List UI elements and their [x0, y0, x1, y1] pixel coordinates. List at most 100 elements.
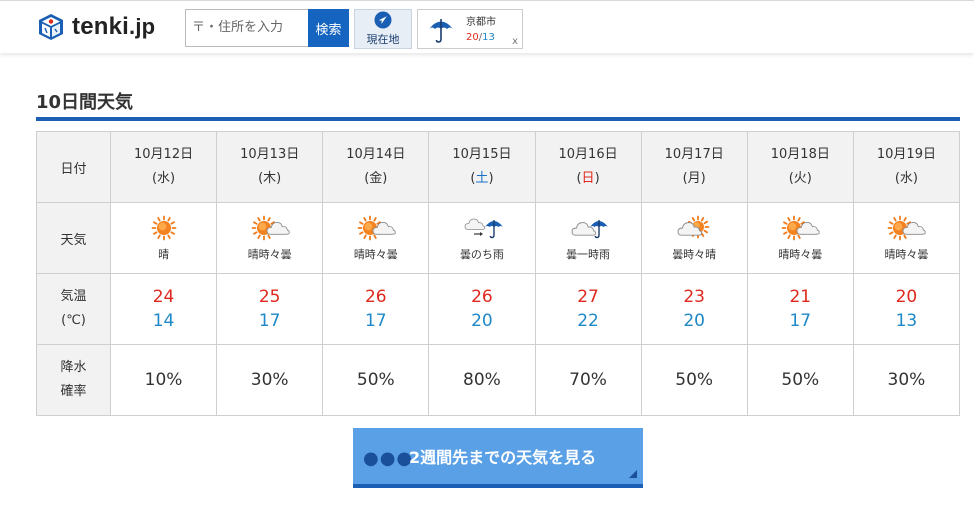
- precipitation-cell: 30%: [216, 344, 324, 416]
- date-row: 日付 10月12日 (水) 10月13日 (木) 10月14日 (金) 10月15日 (土) 1…: [36, 131, 961, 203]
- recent-location-card[interactable]: 京都市 20/13 x: [417, 9, 523, 49]
- section-divider: [36, 117, 960, 121]
- date-cell: 10月12日 (水): [109, 131, 218, 203]
- weather-cell: 晴時々曇: [216, 202, 324, 274]
- date-label: 10月16日: [558, 147, 618, 162]
- high-temp: 24: [152, 287, 175, 307]
- weather-label: 晴時々曇: [884, 248, 929, 261]
- recent-temps: 20/13: [466, 32, 495, 43]
- low-temp: 20: [471, 311, 493, 331]
- weather-cell: 晴時々曇: [746, 202, 854, 274]
- weather-cell: 晴時々曇: [852, 202, 961, 274]
- address-search: 検索: [185, 9, 349, 47]
- weather-row: 天気 晴 晴時々曇 晴時々曇 曇のち雨 曇一時雨 曇時々晴 晴時々曇 晴時々曇: [36, 202, 961, 274]
- section-title: 10日間天気: [36, 92, 134, 113]
- temperature-row: 気温 (℃) 24 14 25 17 26 17 26 20 27 22 23 20 21 17 20 13: [36, 273, 961, 345]
- day-of-week-label: (金): [364, 171, 388, 186]
- date-cell: 10月16日 (日): [534, 131, 642, 203]
- temperature-cell: 21 17: [746, 273, 854, 345]
- date-label: 10月17日: [664, 147, 724, 162]
- ten-day-forecast-table: 日付 10月12日 (水) 10月13日 (木) 10月14日 (金) 10月15日 (土) 1…: [36, 131, 961, 416]
- two-week-forecast-button[interactable]: ●●● 2週間先までの天気を見る: [353, 428, 643, 488]
- precipitation-cell: 70%: [534, 344, 642, 416]
- precipitation-cell: 50%: [746, 344, 854, 416]
- date-label: 10月13日: [240, 147, 300, 162]
- cloud-then-rain-icon: [429, 214, 534, 244]
- sun-cloud-icon: [748, 214, 853, 244]
- date-label: 10月19日: [876, 147, 936, 162]
- umbrella-icon: [429, 19, 453, 43]
- tenki-logo[interactable]: tenki.jp: [36, 11, 155, 43]
- row-label-date: 日付: [36, 131, 111, 203]
- row-label-precipitation: 降水 確率: [36, 344, 111, 416]
- date-cell: 10月14日 (金): [322, 131, 430, 203]
- recent-high-temp: 20: [466, 32, 479, 43]
- date-cell: 10月19日 (水): [852, 131, 961, 203]
- cloud-rain-icon: [536, 214, 641, 244]
- weather-cell: 晴: [109, 202, 218, 274]
- recent-city-name: 京都市: [466, 17, 496, 28]
- row-label-temperature: 気温 (℃): [36, 273, 111, 345]
- precipitation-cell: 30%: [852, 344, 961, 416]
- sun-cloud-icon: [217, 214, 322, 244]
- corner-arrow-icon: [629, 470, 637, 478]
- sun-cloud-icon: [323, 214, 428, 244]
- temperature-cell: 20 13: [852, 273, 961, 345]
- weather-label: 曇時々晴: [672, 248, 717, 261]
- weather-label: 晴時々曇: [247, 248, 292, 261]
- address-search-input[interactable]: [186, 10, 310, 44]
- weather-cell: 曇のち雨: [428, 202, 536, 274]
- date-cell: 10月13日 (木): [216, 131, 324, 203]
- two-week-forecast-label: 2週間先までの天気を見る: [409, 448, 597, 467]
- current-location-button[interactable]: 現在地: [354, 9, 412, 49]
- precipitation-cell: 50%: [322, 344, 430, 416]
- recent-low-temp: 13: [482, 32, 495, 43]
- date-label: 10月15日: [452, 147, 512, 162]
- high-temp: 21: [789, 287, 812, 307]
- precipitation-cell: 80%: [428, 344, 536, 416]
- temperature-cell: 24 14: [109, 273, 218, 345]
- day-of-week-label: (土): [470, 171, 494, 186]
- temperature-cell: 25 17: [216, 273, 324, 345]
- low-temp: 17: [364, 311, 387, 331]
- low-temp: 13: [895, 311, 918, 331]
- date-label: 10月18日: [770, 147, 830, 162]
- date-cell: 10月17日 (月): [640, 131, 748, 203]
- temperature-cell: 23 20: [640, 273, 748, 345]
- cloud-sun-icon: [642, 214, 747, 244]
- precipitation-row: 降水 確率 10% 30% 50% 80% 70% 50% 50% 30%: [36, 344, 961, 416]
- weather-cell: 曇一時雨: [534, 202, 642, 274]
- site-header: tenki.jp 検索 現在地 京都市 20/13 x: [0, 0, 974, 53]
- date-label: 10月12日: [134, 147, 194, 162]
- day-of-week-label: (日): [576, 171, 600, 186]
- date-cell: 10月18日 (火): [746, 131, 854, 203]
- temperature-cell: 26 17: [322, 273, 430, 345]
- row-label-weather: 天気: [36, 202, 111, 274]
- sun-icon: [111, 214, 216, 244]
- weather-label: 晴: [158, 248, 170, 261]
- tenki-cube-icon: [39, 14, 63, 40]
- weather-label: 晴時々曇: [778, 248, 823, 261]
- high-temp: 26: [471, 287, 493, 307]
- high-temp: 25: [258, 287, 281, 307]
- location-arrow-icon: [374, 11, 392, 29]
- date-cell: 10月15日 (土): [428, 131, 536, 203]
- precipitation-cell: 10%: [109, 344, 218, 416]
- low-temp: 14: [152, 311, 175, 331]
- high-temp: 27: [577, 287, 599, 307]
- high-temp: 23: [683, 287, 705, 307]
- low-temp: 22: [577, 311, 599, 331]
- dots-icon: ●●●: [363, 448, 414, 469]
- precipitation-cell: 50%: [640, 344, 748, 416]
- search-button[interactable]: 検索: [308, 9, 349, 47]
- temperature-cell: 27 22: [534, 273, 642, 345]
- current-location-label: 現在地: [366, 33, 400, 46]
- high-temp: 26: [364, 287, 387, 307]
- high-temp: 20: [895, 287, 918, 307]
- close-recent-button[interactable]: x: [512, 36, 518, 47]
- day-of-week-label: (水): [151, 171, 176, 186]
- weather-label: 晴時々曇: [353, 248, 398, 261]
- logo-wordmark: tenki.jp: [72, 13, 156, 40]
- day-of-week-label: (木): [258, 171, 282, 186]
- sun-cloud-icon: [854, 214, 959, 244]
